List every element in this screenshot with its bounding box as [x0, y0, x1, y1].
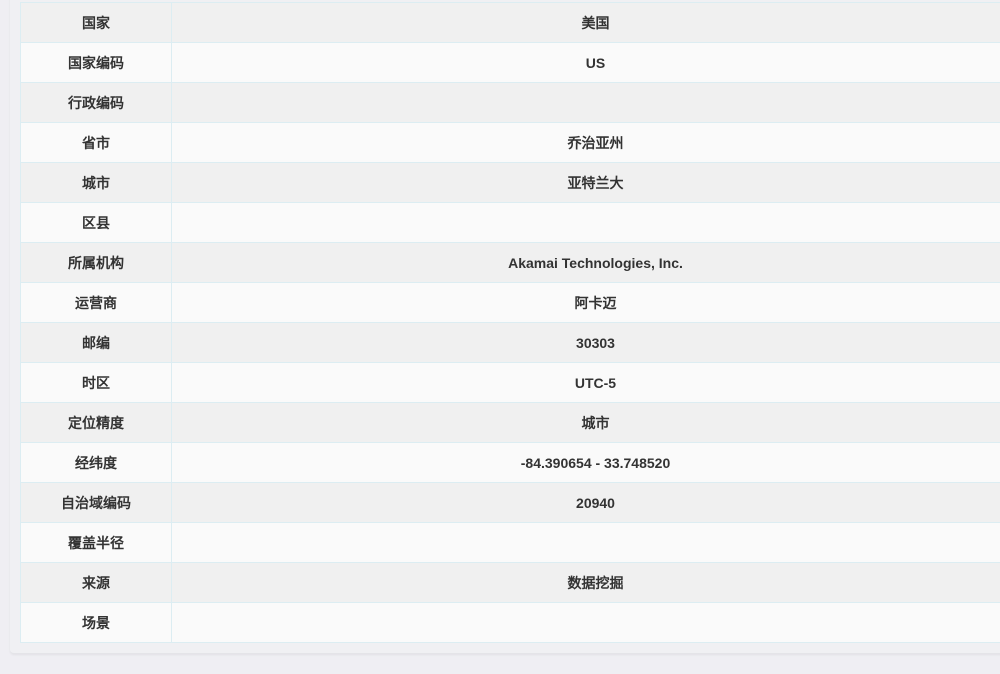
- row-value: 亚特兰大: [171, 162, 1000, 203]
- row-value: UTC-5: [171, 362, 1000, 403]
- row-value: 20940: [171, 482, 1000, 523]
- table-row-timezone: 时区 UTC-5: [20, 362, 1000, 403]
- row-value: [171, 202, 1000, 243]
- table-row-isp: 运营商 阿卡迈: [20, 282, 1000, 323]
- row-label: 自治域编码: [20, 482, 172, 523]
- table-row-admin-code: 行政编码: [20, 82, 1000, 123]
- row-label: 行政编码: [20, 82, 172, 123]
- table-row-district: 区县: [20, 202, 1000, 243]
- row-label: 省市: [20, 122, 172, 163]
- table-row-organization: 所属机构 Akamai Technologies, Inc.: [20, 242, 1000, 283]
- row-value: 美国: [171, 2, 1000, 43]
- table-row-province: 省市 乔治亚州: [20, 122, 1000, 163]
- row-value: 乔治亚州: [171, 122, 1000, 163]
- table-row-city: 城市 亚特兰大: [20, 162, 1000, 203]
- row-label: 运营商: [20, 282, 172, 323]
- row-value: US: [171, 42, 1000, 83]
- row-label: 邮编: [20, 322, 172, 363]
- row-label: 定位精度: [20, 402, 172, 443]
- row-label: 经纬度: [20, 442, 172, 483]
- row-value: 城市: [171, 402, 1000, 443]
- table-row-country: 国家 美国: [20, 2, 1000, 43]
- row-value: Akamai Technologies, Inc.: [171, 242, 1000, 283]
- row-label: 来源: [20, 562, 172, 603]
- row-value: -84.390654 - 33.748520: [171, 442, 1000, 483]
- row-label: 覆盖半径: [20, 522, 172, 563]
- table-row-radius: 覆盖半径: [20, 522, 1000, 563]
- table-row-source: 来源 数据挖掘: [20, 562, 1000, 603]
- table-row-country-code: 国家编码 US: [20, 42, 1000, 83]
- table-row-accuracy: 定位精度 城市: [20, 402, 1000, 443]
- row-value: 30303: [171, 322, 1000, 363]
- row-label: 场景: [20, 602, 172, 643]
- row-value: [171, 602, 1000, 643]
- row-value: [171, 82, 1000, 123]
- row-label: 城市: [20, 162, 172, 203]
- row-value: 数据挖掘: [171, 562, 1000, 603]
- table-row-scene: 场景: [20, 602, 1000, 643]
- row-label: 所属机构: [20, 242, 172, 283]
- row-value: 阿卡迈: [171, 282, 1000, 323]
- table-row-asn: 自治域编码 20940: [20, 482, 1000, 523]
- row-label: 区县: [20, 202, 172, 243]
- row-label: 国家: [20, 2, 172, 43]
- ip-info-table: 国家 美国 国家编码 US 行政编码 省市 乔治亚州 城市 亚特兰大 区县 所属…: [20, 2, 1000, 643]
- table-row-coordinates: 经纬度 -84.390654 - 33.748520: [20, 442, 1000, 483]
- row-value: [171, 522, 1000, 563]
- table-row-postal-code: 邮编 30303: [20, 322, 1000, 363]
- row-label: 国家编码: [20, 42, 172, 83]
- row-label: 时区: [20, 362, 172, 403]
